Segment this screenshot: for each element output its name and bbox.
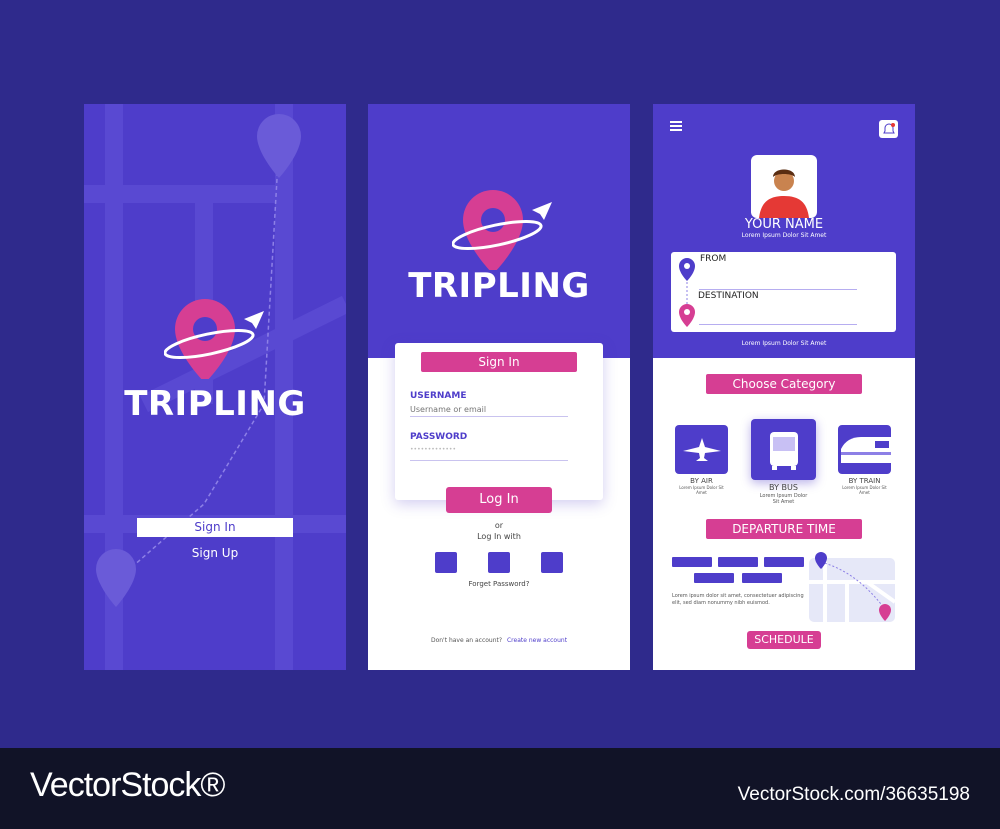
from-label: FROM — [700, 254, 727, 264]
bell-icon[interactable] — [879, 120, 898, 138]
route-pins-icon — [679, 258, 695, 327]
time-slot[interactable] — [672, 557, 712, 567]
username-input[interactable] — [410, 403, 568, 417]
home-screen: YOUR NAME Lorem Ipsum Dolor Sit Amet FRO… — [653, 104, 915, 670]
password-input[interactable]: ••••••••••••• — [410, 446, 568, 461]
social-login-button[interactable] — [488, 552, 510, 573]
create-account-link[interactable]: Create new account — [507, 637, 567, 644]
user-subtitle: Lorem Ipsum Dolor Sit Amet — [741, 232, 827, 239]
splash-screen: TRIPLING Sign In Sign Up — [84, 104, 346, 670]
category-label: BY TRAIN — [848, 477, 881, 485]
departure-description: Lorem ipsum dolor sit amet, consectetuer… — [672, 593, 804, 606]
or-text: or — [494, 521, 504, 530]
category-label: BY AIR — [690, 477, 713, 485]
train-icon — [841, 436, 891, 463]
user-name: YOUR NAME — [744, 217, 824, 232]
watermark-id: VectorStock.com/36635198 — [737, 784, 970, 805]
sign-in-button[interactable]: Sign In — [137, 518, 293, 537]
log-in-button[interactable]: Log In — [446, 487, 552, 513]
bus-icon — [769, 431, 798, 470]
destination-label: DESTINATION — [698, 291, 759, 301]
time-slot[interactable] — [718, 557, 758, 567]
brand-title: TRIPLING — [408, 266, 590, 306]
hamburger-icon[interactable] — [670, 121, 682, 131]
category-label: BY BUS — [769, 483, 798, 492]
logo-pin-icon — [452, 190, 552, 270]
sign-up-link[interactable]: Sign Up — [137, 546, 293, 560]
forgot-password-link[interactable]: Forget Password? — [368, 580, 630, 588]
brand-title: TRIPLING — [124, 384, 306, 424]
from-input[interactable] — [699, 278, 857, 290]
category-desc: Lorem Ipsum Dolor Sit Amet — [679, 485, 724, 495]
watermark-bar: VectorStock® VectorStock.com/36635198 — [0, 748, 1000, 829]
sign-in-card: Sign In USERNAME PASSWORD ••••••••••••• — [395, 343, 603, 500]
route-note: Lorem Ipsum Dolor Sit Amet — [741, 340, 827, 347]
route-map — [809, 552, 897, 622]
logo-pin-icon — [164, 299, 264, 379]
category-by-train[interactable] — [838, 425, 891, 474]
departure-time-heading: DEPARTURE TIME — [706, 519, 862, 539]
no-account-text: Don't have an account? — [430, 637, 503, 644]
route-card: FROM DESTINATION — [671, 252, 896, 332]
social-login-button[interactable] — [435, 552, 457, 573]
category-desc: Lorem Ipsum Dolor Sit Amet — [842, 485, 887, 495]
password-label: PASSWORD — [410, 432, 468, 442]
time-slot[interactable] — [742, 573, 782, 583]
time-slot[interactable] — [764, 557, 804, 567]
category-desc: Lorem Ipsum Dolor Sit Amet — [759, 493, 808, 505]
card-title: Sign In — [421, 352, 577, 372]
schedule-button[interactable]: SCHEDULE — [747, 631, 821, 649]
login-screen: TRIPLING Sign In USERNAME PASSWORD •••••… — [368, 104, 630, 670]
time-slot[interactable] — [694, 573, 734, 583]
username-label: USERNAME — [410, 391, 467, 401]
category-by-air[interactable] — [675, 425, 728, 474]
social-login-button[interactable] — [541, 552, 563, 573]
avatar — [751, 155, 817, 218]
plane-icon — [682, 437, 721, 461]
category-by-bus[interactable] — [751, 419, 816, 480]
choose-category-heading: Choose Category — [706, 374, 862, 394]
watermark-logo: VectorStock® — [30, 766, 225, 804]
destination-input[interactable] — [699, 315, 857, 325]
log-in-with-text: Log In with — [477, 532, 521, 541]
